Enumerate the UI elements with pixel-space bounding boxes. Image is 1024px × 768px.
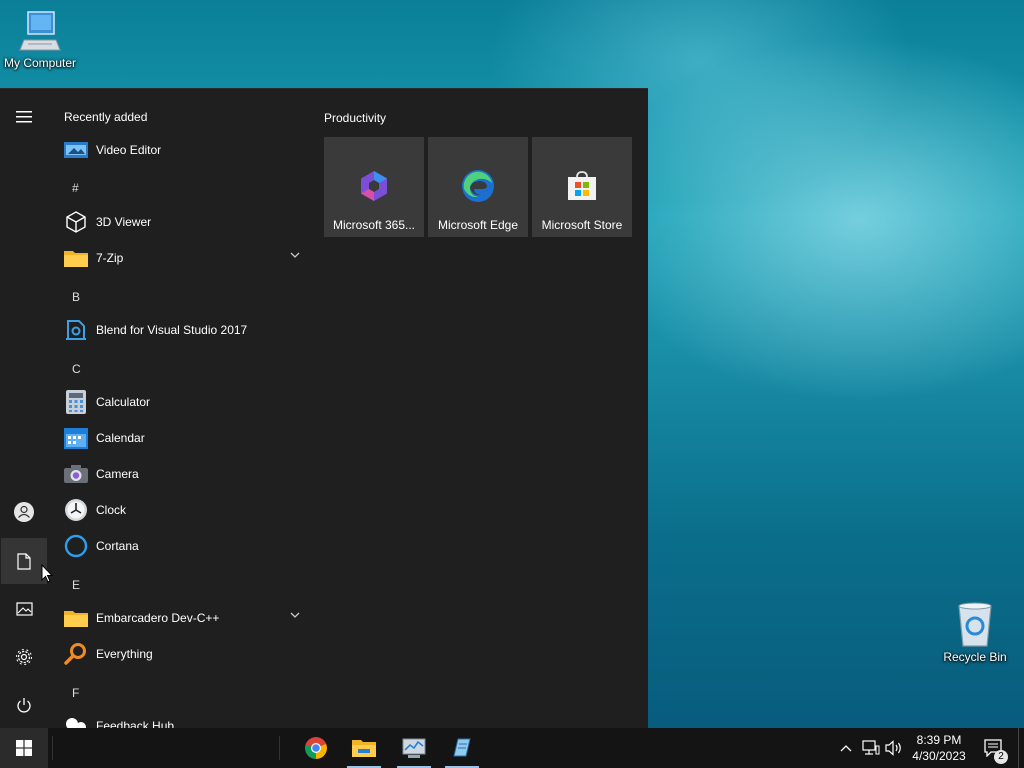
section-letter-e[interactable]: E — [72, 578, 80, 592]
tile-label: Microsoft 365... — [332, 218, 416, 232]
start-menu: Recently added Video Editor # 3D Viewer … — [0, 88, 648, 729]
app-label: 3D Viewer — [96, 215, 152, 229]
tile-label: Microsoft Edge — [437, 218, 519, 232]
tile-microsoft-store[interactable]: Microsoft Store — [532, 137, 632, 237]
tile-microsoft-edge[interactable]: Microsoft Edge — [428, 137, 528, 237]
magnifier-icon — [64, 642, 88, 666]
volume-icon[interactable] — [885, 740, 903, 756]
desktop-icon-label: Recycle Bin — [943, 650, 1007, 664]
app-blend-vs2017[interactable]: Blend for Visual Studio 2017 — [52, 313, 308, 347]
user-icon — [14, 502, 34, 522]
section-letter-f[interactable]: F — [72, 686, 79, 700]
tile-microsoft-365[interactable]: Microsoft 365... — [324, 137, 424, 237]
video-editor-icon — [64, 138, 88, 162]
camera-icon — [64, 462, 88, 486]
microsoft-365-icon — [357, 169, 391, 203]
show-hidden-icons-chevron-icon[interactable] — [840, 744, 852, 752]
cortana-icon — [64, 534, 88, 558]
app-folder-7zip[interactable]: 7-Zip — [52, 241, 308, 275]
desktop-icon-recycle-bin[interactable]: Recycle Bin — [935, 602, 1015, 664]
blend-icon — [64, 318, 88, 342]
taskbar-app-notepad[interactable] — [442, 728, 482, 768]
app-label: Blend for Visual Studio 2017 — [96, 323, 248, 337]
chrome-icon — [305, 737, 327, 759]
chevron-down-icon[interactable] — [290, 612, 300, 618]
app-label: Calculator — [96, 395, 151, 409]
app-feedback-hub[interactable]: Feedback Hub — [52, 709, 308, 729]
settings-icon — [16, 649, 32, 665]
app-list: Recently added Video Editor # 3D Viewer … — [52, 89, 308, 729]
calculator-icon — [64, 390, 88, 414]
feedback-hub-icon — [64, 714, 88, 729]
app-video-editor[interactable]: Video Editor — [52, 133, 308, 167]
app-calendar[interactable]: Calendar — [52, 421, 308, 455]
settings-button[interactable] — [1, 634, 47, 680]
desktop-icon-my-computer[interactable]: My Computer — [0, 10, 80, 70]
app-folder-embarcadero[interactable]: Embarcadero Dev-C++ — [52, 601, 308, 635]
app-3d-viewer[interactable]: 3D Viewer — [52, 205, 308, 239]
app-label: Video Editor — [96, 143, 162, 157]
computer-icon — [19, 11, 61, 51]
chevron-down-icon[interactable] — [290, 252, 300, 258]
app-clock[interactable]: Clock — [52, 493, 308, 527]
power-button[interactable] — [1, 682, 47, 728]
start-rail — [0, 89, 48, 729]
clock-time: 8:39 PM — [916, 733, 962, 747]
section-letter-hash[interactable]: # — [72, 181, 79, 195]
app-camera[interactable]: Camera — [52, 457, 308, 491]
app-label: Everything — [96, 647, 153, 661]
clock-icon — [64, 498, 88, 522]
store-icon — [565, 169, 599, 203]
windows-logo-icon — [16, 740, 32, 756]
taskbar: 8:39 PM 4/30/2023 2 — [0, 728, 1024, 768]
app-calculator[interactable]: Calculator — [52, 385, 308, 419]
tiles-area: Productivity Microsoft 365... Microsoft … — [324, 89, 644, 729]
documents-icon — [17, 552, 31, 570]
clock-date: 4/30/2023 — [912, 749, 966, 763]
app-label: Calendar — [96, 431, 145, 445]
section-letter-b[interactable]: B — [72, 290, 80, 304]
app-label: Embarcadero Dev-C++ — [96, 611, 220, 625]
taskbar-app-file-explorer[interactable] — [344, 728, 384, 768]
notepad-icon — [453, 738, 471, 757]
network-icon[interactable] — [862, 740, 880, 756]
power-icon — [17, 697, 31, 712]
task-manager-icon — [402, 738, 426, 758]
show-desktop-button[interactable] — [1018, 728, 1024, 768]
search-box[interactable] — [52, 736, 280, 760]
taskbar-app-chrome[interactable] — [296, 728, 336, 768]
start-button[interactable] — [0, 728, 48, 768]
recycle-bin-icon — [958, 602, 992, 647]
tile-label: Microsoft Store — [541, 218, 623, 232]
app-label: Cortana — [96, 539, 139, 553]
section-letter-c[interactable]: C — [72, 362, 81, 376]
app-label: Camera — [96, 467, 139, 481]
pictures-button[interactable] — [1, 586, 47, 632]
folder-icon — [64, 606, 88, 630]
taskbar-app-task-manager[interactable] — [394, 728, 434, 768]
tile-group-title[interactable]: Productivity — [324, 111, 386, 125]
edge-icon — [461, 169, 495, 203]
desktop-icon-label: My Computer — [3, 56, 77, 70]
pictures-icon — [15, 602, 33, 616]
cube-icon — [64, 210, 88, 234]
recently-added-header: Recently added — [64, 110, 148, 124]
user-account-button[interactable] — [1, 489, 47, 535]
hamburger-menu-icon — [16, 111, 32, 123]
expand-menu-button[interactable] — [1, 94, 47, 140]
calendar-icon — [64, 426, 88, 450]
app-cortana[interactable]: Cortana — [52, 529, 308, 563]
app-label: Clock — [96, 503, 127, 517]
notification-count-badge: 2 — [994, 750, 1008, 764]
system-clock[interactable]: 8:39 PM 4/30/2023 — [904, 732, 974, 764]
mouse-cursor-icon — [41, 564, 53, 583]
app-label: 7-Zip — [96, 251, 124, 265]
folder-icon — [64, 246, 88, 270]
app-everything[interactable]: Everything — [52, 637, 308, 671]
file-explorer-icon — [352, 740, 376, 757]
